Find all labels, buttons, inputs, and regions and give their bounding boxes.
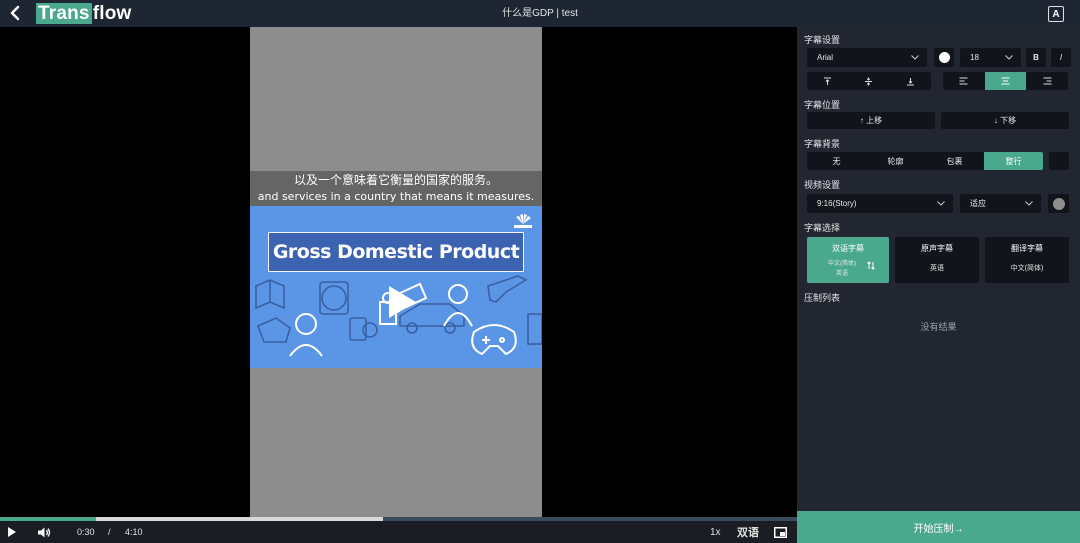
pip-button[interactable] — [774, 521, 787, 543]
text-align-left-button[interactable] — [943, 72, 985, 90]
subtitle-zh: 以及一个意味着它衡量的国家的服务。 — [293, 173, 498, 187]
bg-option-outline[interactable]: 轮廓 — [866, 152, 925, 170]
bg-option-none[interactable]: 无 — [807, 152, 866, 170]
align-bottom-button[interactable] — [890, 72, 931, 90]
card-lang: 中文(简体) — [1010, 265, 1044, 272]
subtitle-background-group: 无 轮廓 包裹 整行 — [807, 152, 1043, 170]
subtitle-card-bilingual[interactable]: 双语字幕 中文(简体) 英语 — [807, 237, 889, 283]
align-middle-icon — [865, 77, 873, 85]
video-bg-swatch — [1052, 197, 1065, 210]
chevron-down-icon — [911, 55, 919, 60]
aspect-ratio-select[interactable]: 9:16(Story) — [807, 194, 953, 213]
video-thumbnail: Gross Domestic Product — [250, 206, 542, 368]
fit-mode-select[interactable]: 适应 — [960, 194, 1041, 213]
vertical-align-group — [807, 72, 931, 90]
font-size-select[interactable]: 18 — [960, 48, 1021, 67]
card-lang-2: 英语 — [835, 271, 848, 277]
subtitle-en: and services in a country that means it … — [257, 190, 535, 203]
align-top-icon — [824, 77, 832, 85]
subtitle-background-label: 字幕背景 — [804, 139, 841, 149]
video-frame[interactable]: 以及一个意味着它衡量的国家的服务。 and services in a coun… — [250, 27, 542, 543]
font-select-value: Arial — [817, 53, 834, 62]
play-overlay-icon[interactable] — [386, 284, 418, 320]
player-controls: 0:30 / 4:10 1x 双语 — [0, 521, 797, 543]
swap-icon[interactable] — [867, 261, 875, 270]
render-list-label: 压制列表 — [804, 293, 841, 303]
font-size-value: 18 — [970, 53, 979, 62]
volume-button[interactable] — [38, 521, 51, 543]
aspect-ratio-value: 9:16(Story) — [817, 199, 857, 208]
card-title: 双语字幕 — [832, 244, 864, 253]
page-title: 什么是GDP | test — [502, 8, 578, 19]
card-title: 翻译字幕 — [1011, 244, 1043, 253]
align-right-icon — [1043, 77, 1052, 85]
subtitle-overlay: 以及一个意味着它衡量的国家的服务。 and services in a coun… — [250, 171, 542, 206]
chevron-down-icon — [1005, 55, 1013, 60]
cnbc-logo-icon — [514, 214, 532, 228]
card-languages: 中文(简体) 英语 — [807, 259, 889, 279]
bold-button[interactable]: B — [1026, 48, 1046, 67]
picture-in-picture-icon — [774, 526, 787, 538]
align-bottom-icon — [906, 77, 914, 85]
play-icon — [8, 527, 16, 537]
color-picker-button[interactable] — [934, 48, 954, 67]
dual-subtitle-toggle[interactable]: 双语 — [737, 521, 759, 543]
italic-button[interactable]: I — [1051, 48, 1071, 67]
render-list-empty: 没有结果 — [920, 322, 957, 332]
card-title: 原声字幕 — [921, 244, 953, 253]
text-align-center-button[interactable] — [984, 72, 1027, 90]
current-time: 0:30 — [77, 527, 95, 537]
text-align-group — [943, 72, 1068, 90]
play-button[interactable] — [7, 521, 17, 543]
move-down-button[interactable]: ↓ 下移 — [941, 112, 1069, 129]
align-middle-button[interactable] — [848, 72, 889, 90]
subtitle-position-label: 字幕位置 — [804, 100, 841, 110]
video-settings-label: 视频设置 — [804, 180, 841, 190]
move-up-button[interactable]: ↑ 上移 — [807, 112, 935, 129]
duration: 4:10 — [125, 527, 143, 537]
thumbnail-title: Gross Domestic Product — [268, 232, 524, 272]
font-a-button[interactable]: A — [1048, 6, 1064, 22]
align-top-button[interactable] — [807, 72, 848, 90]
volume-icon — [38, 527, 51, 537]
start-render-button[interactable]: 开始压制→ — [797, 511, 1080, 543]
font-select[interactable]: Arial — [807, 48, 927, 67]
subtitle-card-original[interactable]: 原声字幕 英语 — [895, 237, 979, 283]
settings-panel: 字幕设置 Arial 18 B I 字幕位置 ↑ 上移 ↓ 下移 字幕背景 无 … — [797, 27, 1080, 543]
color-swatch — [938, 52, 950, 63]
bg-option-wrap[interactable]: 包裹 — [925, 152, 984, 170]
top-bar: Trans flow 什么是GDP | test A — [0, 0, 1080, 27]
align-left-icon — [959, 77, 968, 85]
chevron-down-icon — [937, 201, 945, 206]
bg-color-button[interactable] — [1049, 152, 1069, 170]
time-separator: / — [108, 527, 111, 537]
fit-mode-value: 适应 — [970, 199, 986, 208]
subtitle-card-translated[interactable]: 翻译字幕 中文(简体) — [985, 237, 1069, 283]
align-center-icon — [1001, 77, 1010, 85]
video-bg-color-button[interactable] — [1048, 194, 1069, 213]
video-stage[interactable]: 以及一个意味着它衡量的国家的服务。 and services in a coun… — [0, 27, 797, 543]
subtitle-select-label: 字幕选择 — [804, 223, 841, 233]
text-align-right-button[interactable] — [1026, 72, 1068, 90]
speed-button[interactable]: 1x — [710, 521, 721, 543]
bg-option-fullline[interactable]: 整行 — [984, 152, 1043, 170]
subtitle-settings-label: 字幕设置 — [804, 35, 841, 45]
chevron-down-icon — [1025, 201, 1033, 206]
card-lang: 英语 — [930, 265, 944, 272]
